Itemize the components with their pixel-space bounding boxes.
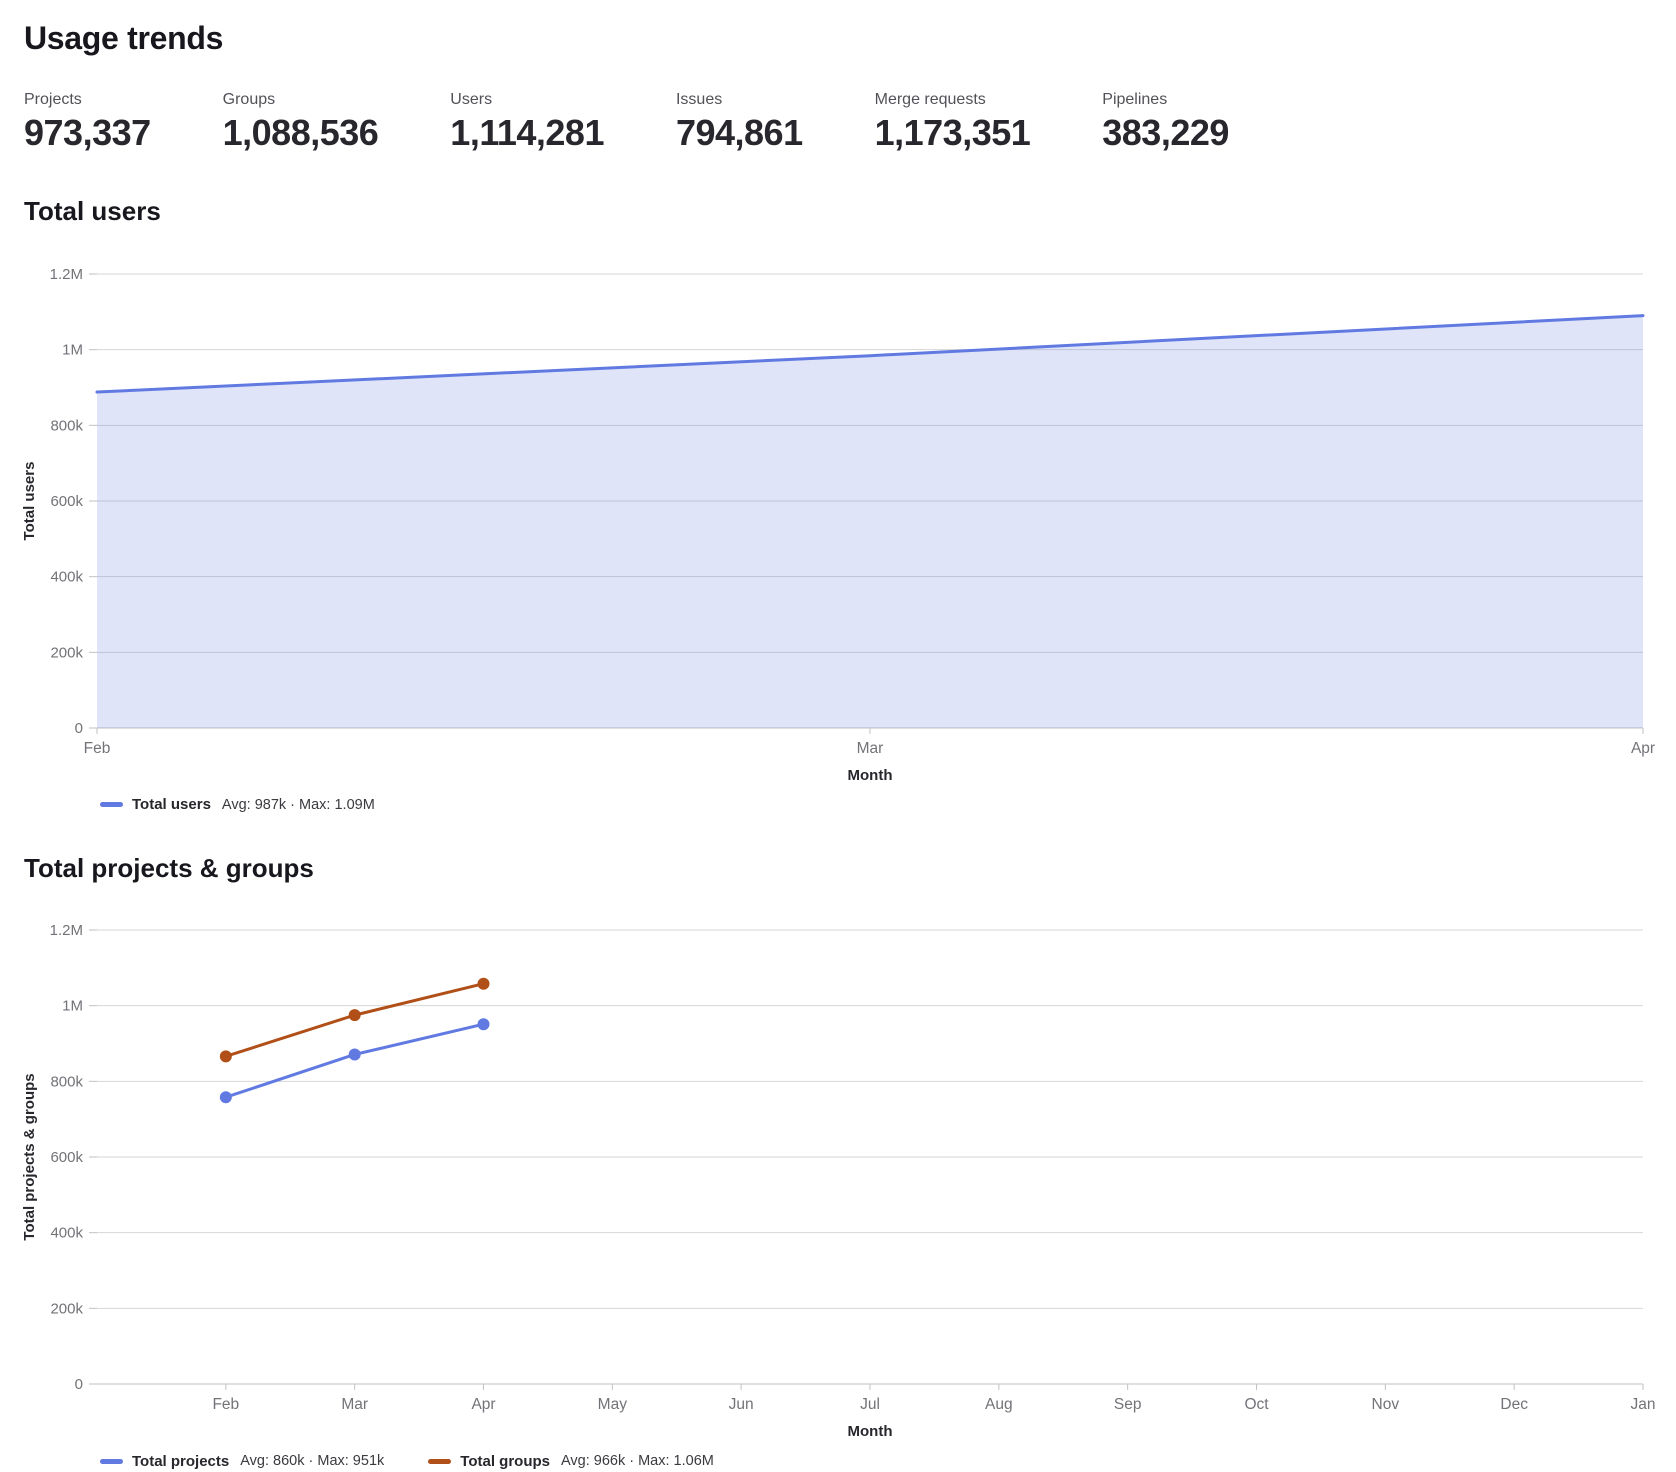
page-title: Usage trends (24, 18, 1652, 58)
legend-series-dash-icon (428, 1459, 451, 1464)
stat-value: 1,088,536 (223, 112, 379, 153)
legend-series-stats: Avg: 987k · Max: 1.09M (222, 797, 375, 813)
total-users-chart[interactable]: 0 200k 400k 600k 800k 1M 1.2M Feb Mar Apr Month Tot… (0, 238, 1676, 790)
y-axis-tick-label: 1M (62, 998, 83, 1015)
y-axis-tick-label: 1.2M (50, 922, 83, 939)
legend-series-name: Total users (132, 796, 211, 813)
stat-label: Users (450, 88, 604, 112)
stat-label: Merge requests (875, 88, 1031, 112)
stat-value: 973,337 (24, 112, 151, 153)
y-axis-tick-label: 1M (62, 342, 83, 359)
legend-series-dash-icon (100, 1459, 123, 1464)
y-axis-tick-label: 600k (50, 493, 83, 510)
stat-issues: Issues 794,861 (676, 88, 803, 153)
x-axis-title: Month (848, 767, 893, 784)
x-axis-tick-label: Jun (729, 1396, 754, 1413)
x-axis-title: Month (848, 1423, 893, 1440)
x-axis-tick-label: Dec (1500, 1396, 1528, 1413)
total-projects-groups-chart[interactable]: 0 200k 400k 600k 800k 1M 1.2M Feb Mar Apr May Jun Ju… (0, 894, 1676, 1446)
x-axis-tick-label: Aug (985, 1396, 1013, 1413)
x-axis-tick-label: Mar (341, 1396, 368, 1413)
y-axis-tick-label: 800k (50, 1074, 83, 1091)
x-axis-tick-label: Jan (1631, 1396, 1656, 1413)
x-axis-tick-label: Feb (84, 740, 111, 757)
legend-item: Total projects Avg: 860k · Max: 951k (100, 1453, 384, 1470)
legend-item: Total users Avg: 987k · Max: 1.09M (100, 796, 375, 813)
data-point[interactable] (349, 1049, 361, 1061)
y-axis-tick-label: 0 (75, 1376, 83, 1393)
stat-pipelines: Pipelines 383,229 (1102, 88, 1229, 153)
legend-series-stats: Avg: 966k · Max: 1.06M (561, 1453, 714, 1469)
total-users-chart-legend: Total users Avg: 987k · Max: 1.09M (100, 794, 1676, 816)
series-line-0 (226, 1025, 484, 1098)
data-point[interactable] (478, 1019, 490, 1031)
legend-series-dash-icon (100, 802, 123, 807)
y-axis-tick-label: 200k (50, 644, 83, 661)
stat-value: 1,114,281 (450, 112, 604, 153)
legend-item: Total groups Avg: 966k · Max: 1.06M (428, 1453, 714, 1470)
stat-value: 383,229 (1102, 112, 1229, 153)
stat-groups: Groups 1,088,536 (223, 88, 379, 153)
x-axis-tick-label: Mar (857, 740, 884, 757)
data-point[interactable] (349, 1010, 361, 1022)
legend-series-stats: Avg: 860k · Max: 951k (240, 1453, 384, 1469)
usage-stats-row: Projects 973,337 Groups 1,088,536 Users … (24, 88, 1652, 153)
x-axis-tick-label: Jul (860, 1396, 880, 1413)
data-point[interactable] (220, 1051, 232, 1063)
section-title-total-projects-groups: Total projects & groups (24, 852, 1652, 885)
data-point[interactable] (478, 978, 490, 990)
stat-label: Issues (676, 88, 803, 112)
stat-projects: Projects 973,337 (24, 88, 151, 153)
y-axis-tick-label: 200k (50, 1301, 83, 1318)
x-axis-tick-label: Sep (1114, 1396, 1142, 1413)
stat-value: 1,173,351 (875, 112, 1031, 153)
total-projects-groups-chart-legend: Total projectsAvg: 860k · Max: 951kTotal… (100, 1450, 1676, 1472)
stat-users: Users 1,114,281 (450, 88, 604, 153)
y-axis-tick-label: 800k (50, 417, 83, 434)
y-axis-tick-label: 400k (50, 569, 83, 586)
x-axis-tick-label: May (598, 1396, 628, 1413)
stat-label: Groups (223, 88, 379, 112)
data-point[interactable] (220, 1092, 232, 1104)
legend-series-name: Total groups (460, 1453, 550, 1470)
section-title-total-users: Total users (24, 195, 1652, 228)
x-axis-tick-label: Oct (1244, 1396, 1269, 1413)
stat-label: Pipelines (1102, 88, 1229, 112)
x-axis-tick-label: Nov (1372, 1396, 1400, 1413)
stat-label: Projects (24, 88, 151, 112)
series-area-fill (97, 316, 1643, 728)
x-axis-tick-label: Feb (212, 1396, 239, 1413)
y-axis-title: Total projects & groups (21, 1074, 38, 1241)
x-axis-tick-label: Apr (471, 1396, 495, 1413)
y-axis-title: Total users (21, 461, 38, 540)
y-axis-tick-label: 600k (50, 1149, 83, 1166)
stat-merge-requests: Merge requests 1,173,351 (875, 88, 1031, 153)
y-axis-tick-label: 400k (50, 1225, 83, 1242)
y-axis-tick-label: 0 (75, 720, 83, 737)
stat-value: 794,861 (676, 112, 803, 153)
legend-series-name: Total projects (132, 1453, 229, 1470)
y-axis-tick-label: 1.2M (50, 266, 83, 283)
x-axis-tick-label: Apr (1631, 740, 1655, 757)
